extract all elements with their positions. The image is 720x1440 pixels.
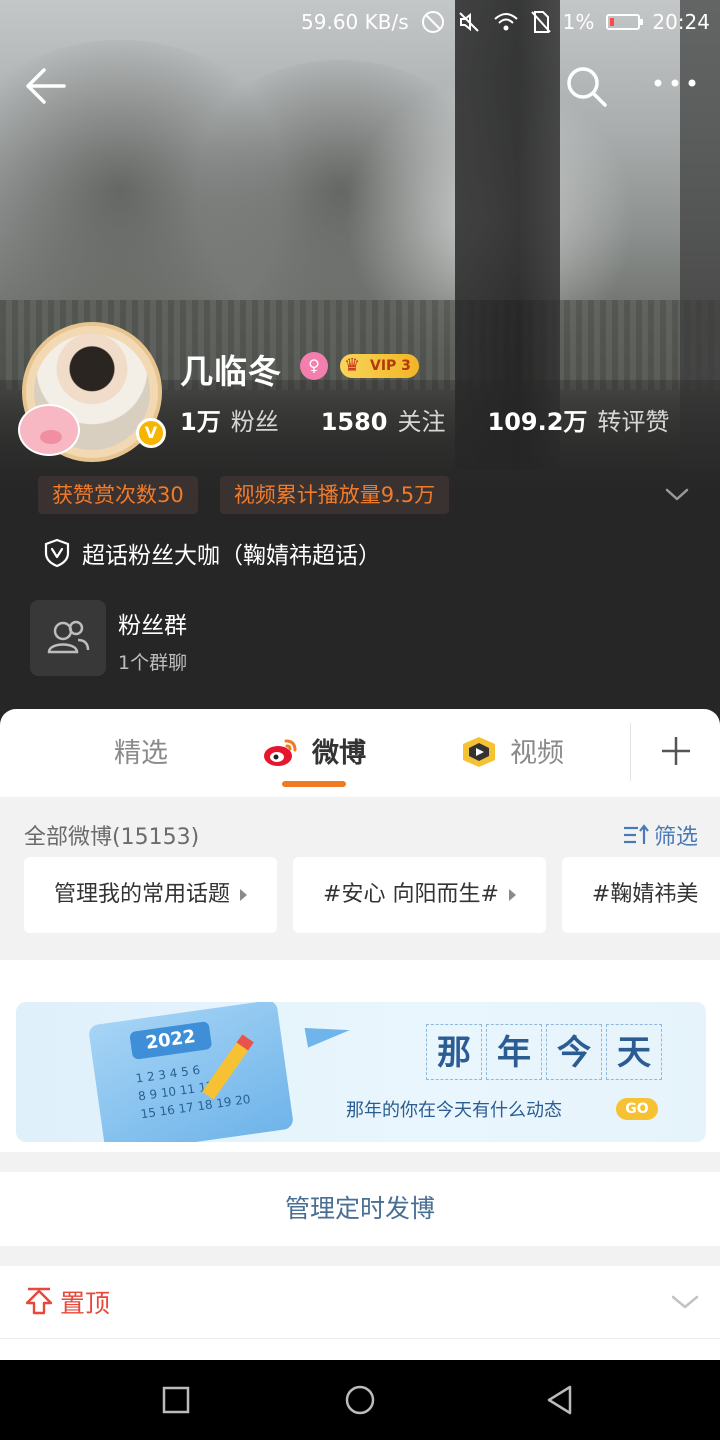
- stat-value: 109.2万: [487, 408, 588, 436]
- profile-name: 几临冬: [180, 352, 282, 391]
- status-bar: 59.60 KB/s 1% 20:24: [0, 0, 720, 44]
- triangle-right-icon: [240, 889, 248, 901]
- wifi-icon: [493, 13, 518, 31]
- banner-title-char: 年: [486, 1024, 542, 1080]
- crown-icon: ♛: [344, 355, 361, 376]
- filter-button[interactable]: 筛选: [622, 819, 698, 851]
- battery-percent: 1%: [562, 10, 595, 34]
- back-icon[interactable]: [540, 1380, 580, 1420]
- chevron-down-icon[interactable]: [664, 485, 690, 505]
- banner-title-char: 那: [426, 1024, 482, 1080]
- pinned-label: 置顶: [60, 1289, 111, 1318]
- group-icon: [30, 600, 106, 676]
- mute-icon: [458, 12, 479, 32]
- tab-weibo[interactable]: 微博: [312, 731, 366, 770]
- on-this-day-card: 2022 1 2 3 4 5 6 8 9 10 11 12 15 16 17 1…: [0, 960, 720, 1152]
- tag-reward-count[interactable]: 获赞赏次数30: [38, 476, 198, 514]
- topic-chips: 管理我的常用话题 #安心 向阳而生# #鞠婧祎美: [24, 857, 720, 933]
- banner-subtitle: 那年的你在今天有什么动态: [346, 1100, 562, 1121]
- verified-icon: V: [136, 418, 166, 448]
- chip-manage-topics[interactable]: 管理我的常用话题: [24, 857, 278, 933]
- clock: 20:24: [652, 10, 710, 34]
- tab-divider: [630, 723, 631, 781]
- no-sim-icon: [530, 11, 551, 33]
- stat-label: 转评赞: [597, 408, 670, 436]
- chip-topic[interactable]: #安心 向阳而生#: [293, 857, 546, 933]
- stat-followers[interactable]: 1万 粉丝: [180, 402, 279, 437]
- feed-filter: 全部微博(15153) 筛选 管理我的常用话题 #安心 向阳而生# #鞠婧祎美: [0, 797, 720, 957]
- battery-icon: [606, 14, 644, 30]
- tab-featured[interactable]: 精选: [114, 731, 168, 770]
- home-icon[interactable]: [340, 1380, 380, 1420]
- super-topic-badge[interactable]: 超话粉丝大咖（鞠婧祎超话）: [44, 536, 381, 570]
- filter-icon: [624, 824, 649, 844]
- do-not-disturb-icon: [421, 11, 444, 33]
- recent-apps-icon[interactable]: [156, 1380, 196, 1420]
- filter-label: 筛选: [654, 825, 699, 850]
- all-posts-count: 全部微博(15153): [24, 825, 200, 850]
- shield-v-icon: [44, 538, 70, 568]
- tab-video[interactable]: 视频: [510, 731, 564, 770]
- chip-label: 管理我的常用话题: [54, 882, 231, 907]
- chip-label: #鞠婧祎美: [591, 882, 699, 907]
- avatar-pig-decoration: [18, 404, 80, 456]
- feed-continuation: [0, 1338, 720, 1360]
- paper-plane-icon: [304, 1020, 352, 1048]
- on-this-day-banner[interactable]: 2022 1 2 3 4 5 6 8 9 10 11 12 15 16 17 1…: [16, 1002, 706, 1142]
- fan-group[interactable]: 粉丝群 1个群聊: [30, 600, 330, 680]
- stat-label: 关注: [397, 408, 446, 436]
- avatar[interactable]: V: [18, 318, 166, 466]
- chip-label: #安心 向阳而生#: [323, 882, 499, 907]
- chevron-down-icon[interactable]: [670, 1292, 700, 1312]
- super-topic-label: 超话粉丝大咖（鞠婧祎超话）: [82, 543, 381, 569]
- tag-video-plays[interactable]: 视频累计播放量9.5万: [219, 476, 450, 514]
- network-speed: 59.60 KB/s: [301, 10, 409, 34]
- vip-label: VIP 3: [370, 358, 411, 374]
- active-tab-indicator: [282, 781, 346, 787]
- banner-title-char: 今: [546, 1024, 602, 1080]
- calendar-numbers: 1 2 3 4 5 6 8 9 10 11 12 15 16 17 18 19 …: [134, 1062, 252, 1122]
- profile-tags: 获赞赏次数30 视频累计播放量9.5万: [38, 476, 450, 514]
- manage-scheduled-posts-button[interactable]: 管理定时发博: [0, 1172, 720, 1246]
- banner-title-char: 天: [606, 1024, 662, 1080]
- pin-top-icon: [25, 1287, 53, 1315]
- back-arrow-icon[interactable]: [22, 64, 72, 108]
- more-options-icon[interactable]: [650, 68, 700, 98]
- top-nav: [0, 56, 720, 116]
- add-tab-icon[interactable]: [660, 735, 692, 767]
- profile-tab-bar: 精选 微博 视频: [0, 709, 720, 797]
- stat-value: 1580: [320, 408, 388, 436]
- weibo-logo-icon: [264, 739, 297, 766]
- banner-title: 那 年 今 天: [426, 1024, 662, 1080]
- stat-following[interactable]: 1580 关注: [321, 402, 446, 437]
- profile-stats: 1万 粉丝 1580 关注 109.2万 转评赞: [180, 402, 669, 442]
- stat-label: 粉丝: [230, 408, 279, 436]
- triangle-right-icon: [508, 889, 516, 901]
- vip-badge[interactable]: ♛ VIP 3: [340, 354, 419, 378]
- search-icon[interactable]: [562, 62, 612, 112]
- stat-value: 1万: [180, 408, 221, 436]
- pinned-header: 置顶: [24, 1284, 110, 1320]
- stat-interactions[interactable]: 109.2万 转评赞: [488, 402, 670, 437]
- fan-group-subtitle: 1个群聊: [118, 652, 188, 674]
- chip-topic[interactable]: #鞠婧祎美: [561, 857, 720, 933]
- calendar-year: 2022: [129, 1021, 213, 1060]
- go-button[interactable]: GO: [616, 1098, 658, 1120]
- pinned-section[interactable]: 置顶: [0, 1266, 720, 1338]
- female-icon: ♀: [300, 352, 328, 380]
- fan-group-title: 粉丝群: [118, 613, 187, 639]
- calendar-illustration: 2022 1 2 3 4 5 6 8 9 10 11 12 15 16 17 1…: [87, 1002, 295, 1142]
- system-navigation-bar: [0, 1360, 720, 1440]
- video-play-icon: [463, 737, 495, 767]
